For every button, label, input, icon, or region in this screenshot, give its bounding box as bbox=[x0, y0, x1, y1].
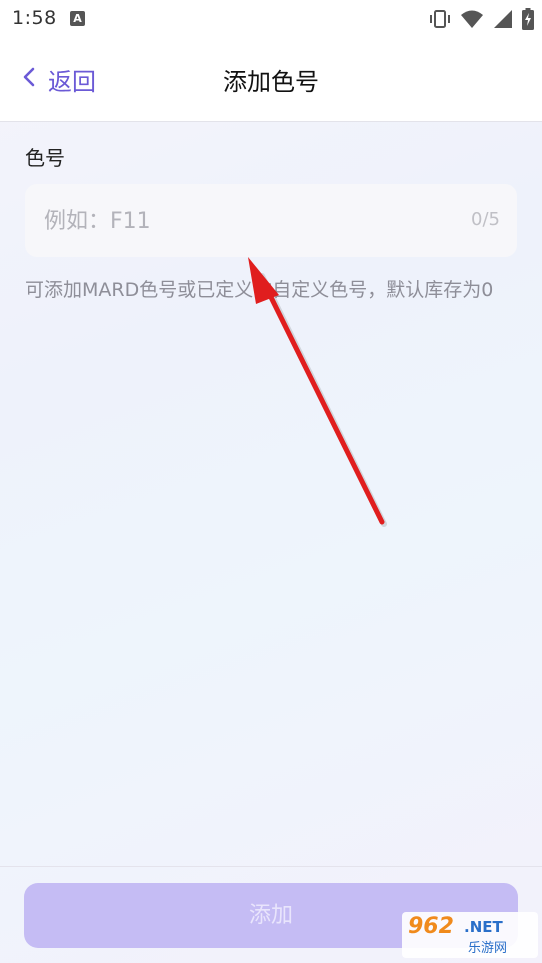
site-watermark: 962 .NET 乐游网 bbox=[402, 912, 538, 958]
helper-text: 可添加MARD色号或已定义的自定义色号，默认库存为0 bbox=[25, 279, 494, 301]
color-code-field: 0/5 bbox=[25, 184, 517, 259]
annotation-arrow-icon bbox=[248, 257, 387, 527]
color-code-input[interactable] bbox=[42, 184, 446, 259]
watermark-net: .NET bbox=[464, 918, 503, 936]
signal-icon bbox=[492, 9, 514, 29]
battery-icon bbox=[522, 8, 534, 30]
vibrate-icon bbox=[428, 9, 452, 29]
wifi-icon bbox=[460, 9, 484, 29]
page-title: 添加色号 bbox=[223, 68, 319, 96]
status-icons bbox=[428, 7, 534, 31]
status-time: 1:58 bbox=[12, 7, 57, 29]
status-bar: 1:58 A bbox=[0, 0, 542, 38]
bottom-divider bbox=[0, 866, 542, 867]
watermark-sub: 乐游网 bbox=[468, 941, 508, 956]
app-header: 返回 添加色号 bbox=[0, 38, 542, 122]
watermark-main: 962 bbox=[408, 914, 454, 939]
char-counter: 0/5 bbox=[471, 209, 500, 230]
a-icon: A bbox=[70, 11, 85, 26]
color-code-label: 色号 bbox=[25, 146, 65, 170]
